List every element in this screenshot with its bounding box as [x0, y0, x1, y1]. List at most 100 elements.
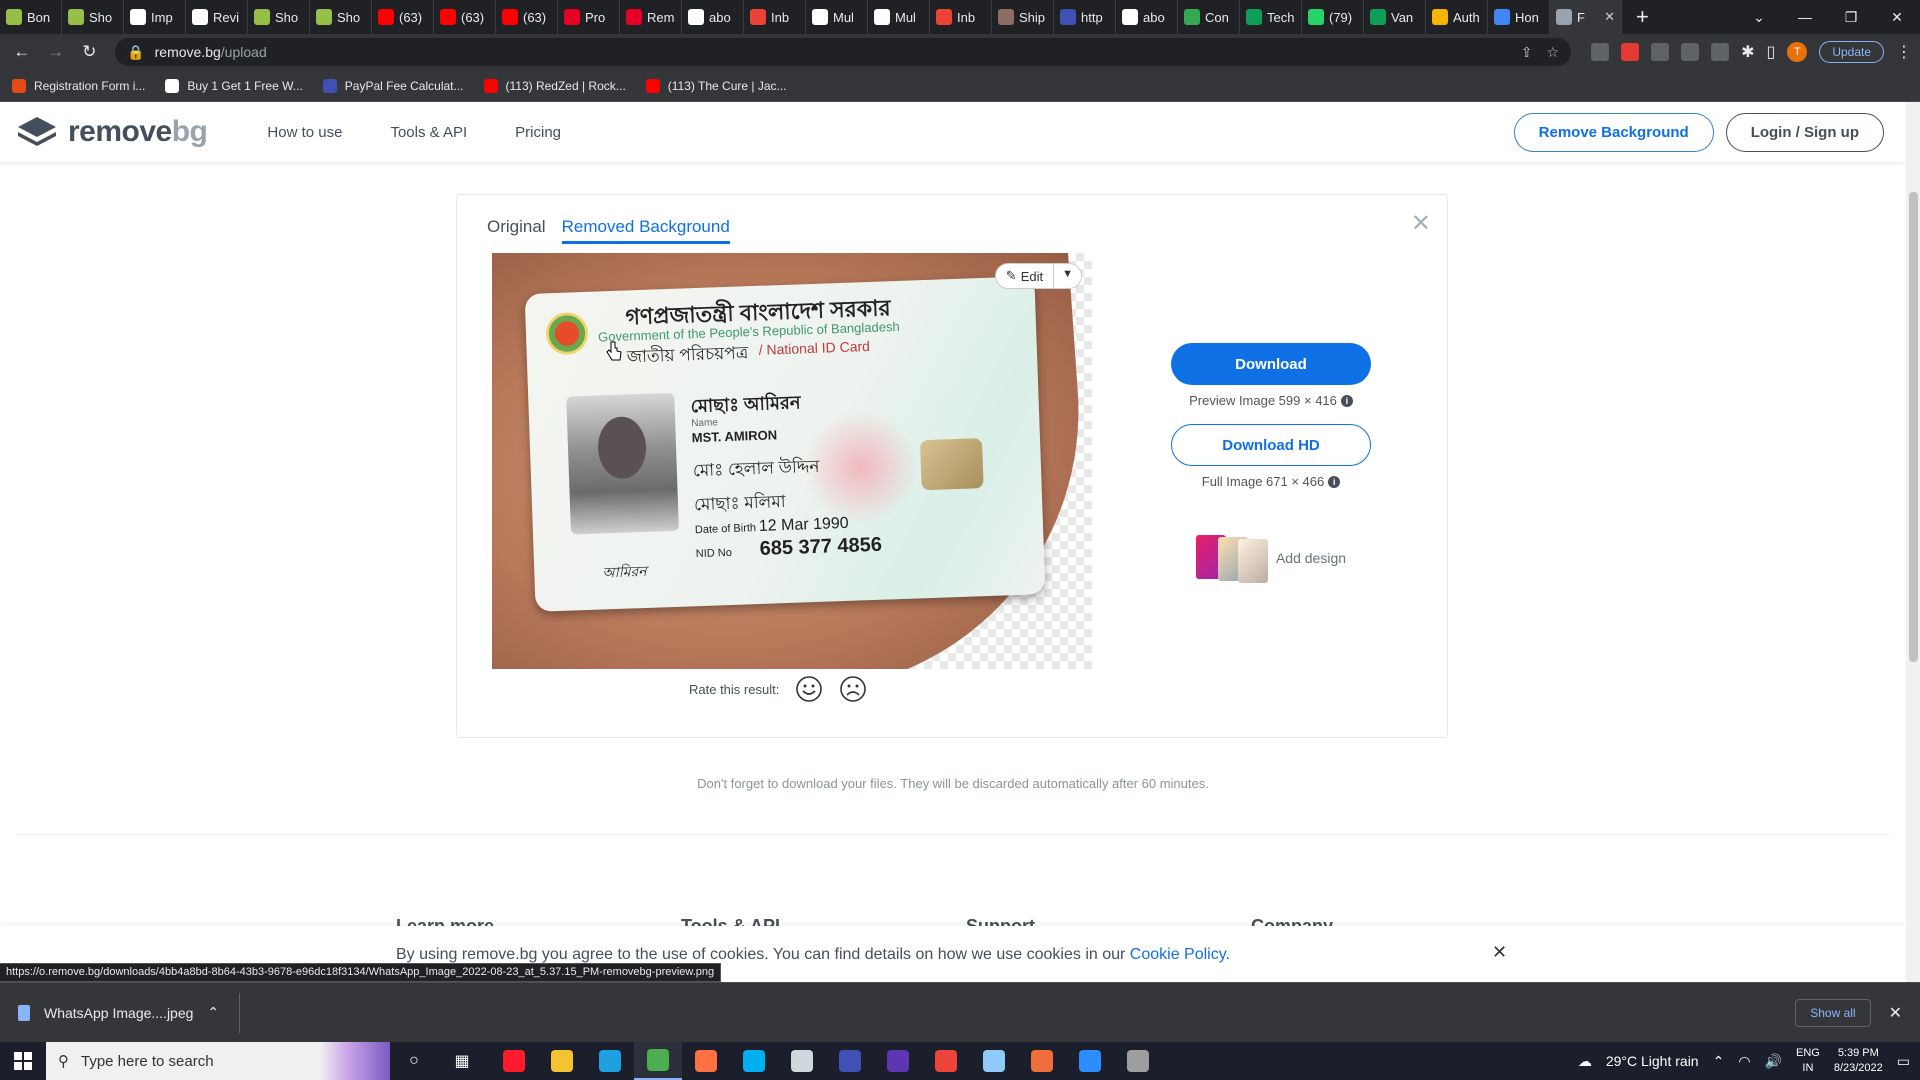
taskbar-app-settings-icon[interactable] — [778, 1042, 826, 1080]
show-hidden-icons-icon[interactable]: ⌃ — [1713, 1053, 1725, 1070]
browser-tab[interactable]: abo — [682, 0, 744, 34]
info-icon[interactable]: i — [1328, 475, 1341, 488]
browser-tab[interactable]: Imp — [124, 0, 186, 34]
smiley-happy-icon[interactable] — [795, 675, 823, 703]
info-icon[interactable]: i — [1340, 394, 1353, 407]
cortana-icon[interactable]: ○ — [390, 1042, 438, 1080]
show-all-button[interactable]: Show all — [1795, 998, 1871, 1027]
browser-tab[interactable]: Revi — [186, 0, 248, 34]
tab-removed-background[interactable]: Removed Background — [561, 217, 730, 244]
puzzle-icon[interactable]: ✱ — [1741, 42, 1754, 62]
clock[interactable]: 5:39 PM 8/23/2022 — [1834, 1046, 1883, 1076]
smiley-sad-icon[interactable] — [839, 675, 867, 703]
extension-icon[interactable] — [1591, 43, 1610, 61]
removebg-logo[interactable]: removebg — [16, 115, 208, 149]
tab-active[interactable]: F ✕ — [1550, 0, 1622, 34]
taskbar-app-zoom-icon[interactable] — [1066, 1042, 1114, 1080]
bookmark-item[interactable]: PayPal Fee Calculat... — [322, 78, 464, 93]
browser-tab[interactable]: (79) — [1302, 0, 1364, 34]
downloaded-file-item[interactable]: WhatsApp Image....jpeg ⌃ — [18, 992, 241, 1033]
taskbar-app-anydesk-2-icon[interactable] — [1018, 1042, 1066, 1080]
login-signup-button[interactable]: Login / Sign up — [1725, 112, 1884, 152]
browser-tab[interactable]: Auth — [1426, 0, 1488, 34]
taskbar-app-chrome-2-icon[interactable] — [682, 1042, 730, 1080]
cookie-policy-link[interactable]: Cookie Policy — [1130, 946, 1226, 963]
taskbar-app-file-explorer-icon[interactable] — [538, 1042, 586, 1080]
bookmark-item[interactable]: Buy 1 Get 1 Free W... — [165, 78, 303, 93]
close-result-icon[interactable]: ✕ — [1411, 209, 1431, 238]
browser-tab[interactable]: Sho — [62, 0, 124, 34]
close-tab-icon[interactable]: ✕ — [1604, 9, 1615, 25]
url-input[interactable]: 🔒 remove.bg/upload ⇪ ☆ — [115, 38, 1572, 66]
bookmark-item[interactable]: (113) RedZed | Rock... — [483, 78, 626, 93]
back-button[interactable]: ← — [8, 38, 36, 66]
browser-tab[interactable]: Inb — [744, 0, 806, 34]
browser-tab[interactable]: Sho — [248, 0, 310, 34]
browser-tab[interactable]: Hon — [1488, 0, 1550, 34]
wifi-icon[interactable]: ◠ — [1738, 1053, 1750, 1070]
tab-search-icon[interactable]: ⌄ — [1736, 9, 1782, 26]
taskbar-app-skype-icon[interactable] — [730, 1042, 778, 1080]
browser-tab[interactable]: http — [1054, 0, 1116, 34]
taskbar-app-opera-icon[interactable] — [490, 1042, 538, 1080]
browser-tab[interactable]: Pro — [558, 0, 620, 34]
browser-tab[interactable]: Ship — [992, 0, 1054, 34]
extension-icon[interactable] — [1681, 43, 1700, 61]
browser-tab[interactable]: Con — [1178, 0, 1240, 34]
taskbar-app-app-blue-icon[interactable] — [826, 1042, 874, 1080]
volume-icon[interactable]: 🔊 — [1765, 1053, 1782, 1070]
forward-button[interactable]: → — [42, 38, 70, 66]
share-icon[interactable]: ⇪ — [1521, 44, 1533, 61]
nav-how-to-use[interactable]: How to use — [267, 124, 342, 141]
close-shelf-icon[interactable]: ✕ — [1889, 1003, 1902, 1023]
new-tab-button[interactable]: + — [1622, 4, 1663, 30]
notifications-icon[interactable]: ▭ — [1897, 1053, 1910, 1070]
restore-button[interactable]: ❐ — [1828, 9, 1874, 26]
chevron-up-icon[interactable]: ⌃ — [207, 1004, 219, 1021]
nav-tools-api[interactable]: Tools & API — [390, 124, 467, 141]
edit-button[interactable]: ✎ Edit — [994, 263, 1055, 289]
browser-tab[interactable]: Rem — [620, 0, 682, 34]
extension-icon[interactable] — [1621, 43, 1640, 61]
taskbar-app-edge-icon[interactable] — [586, 1042, 634, 1080]
edit-dropdown-caret-icon[interactable]: ▼ — [1054, 263, 1082, 289]
weather-icon[interactable]: ☁ — [1578, 1053, 1592, 1070]
browser-tab[interactable]: Sho — [310, 0, 372, 34]
browser-tab[interactable]: Bon — [0, 0, 62, 34]
browser-tab[interactable]: (63) — [434, 0, 496, 34]
weather-text[interactable]: 29°C Light rain — [1606, 1053, 1699, 1069]
start-button[interactable] — [0, 1042, 46, 1080]
taskbar-search-input[interactable]: ⚲ Type here to search — [46, 1042, 390, 1080]
download-ext-icon[interactable] — [1651, 43, 1670, 61]
sidepanel-icon[interactable]: ▯ — [1767, 42, 1776, 62]
scrollbar-thumb[interactable] — [1909, 192, 1918, 662]
remove-background-button[interactable]: Remove Background — [1513, 112, 1714, 152]
reload-button[interactable]: ↻ — [75, 38, 103, 66]
nav-pricing[interactable]: Pricing — [515, 124, 561, 141]
task-view-icon[interactable]: ▦ — [438, 1042, 486, 1080]
browser-tab[interactable]: Mul — [806, 0, 868, 34]
taskbar-app-anydesk-icon[interactable] — [922, 1042, 970, 1080]
extension-icon[interactable] — [1711, 43, 1730, 61]
download-hd-button[interactable]: Download HD — [1171, 424, 1371, 466]
tab-original[interactable]: Original — [487, 217, 546, 244]
page-scrollbar[interactable] — [1906, 102, 1920, 982]
profile-avatar[interactable]: T — [1787, 42, 1808, 62]
update-button[interactable]: Update — [1819, 41, 1885, 63]
bookmark-item[interactable]: (113) The Cure | Jac... — [645, 78, 787, 93]
taskbar-app-app-purple-icon[interactable] — [874, 1042, 922, 1080]
add-design-button[interactable]: Add design — [1171, 535, 1371, 583]
browser-tab[interactable]: abo — [1116, 0, 1178, 34]
taskbar-app-app-dark-icon[interactable] — [1114, 1042, 1162, 1080]
taskbar-app-app-light-icon[interactable] — [970, 1042, 1018, 1080]
close-cookie-banner-icon[interactable]: ✕ — [1492, 942, 1507, 963]
bookmark-item[interactable]: Registration Form i... — [12, 78, 145, 93]
browser-tab[interactable]: Van — [1364, 0, 1426, 34]
language-indicator[interactable]: ENG IN — [1796, 1046, 1820, 1076]
browser-tab[interactable]: Inb — [930, 0, 992, 34]
browser-tab[interactable]: (63) — [372, 0, 434, 34]
download-button[interactable]: Download — [1171, 343, 1371, 385]
bookmark-star-icon[interactable]: ☆ — [1547, 44, 1560, 61]
browser-tab[interactable]: (63) — [496, 0, 558, 34]
minimize-button[interactable]: — — [1782, 9, 1828, 25]
